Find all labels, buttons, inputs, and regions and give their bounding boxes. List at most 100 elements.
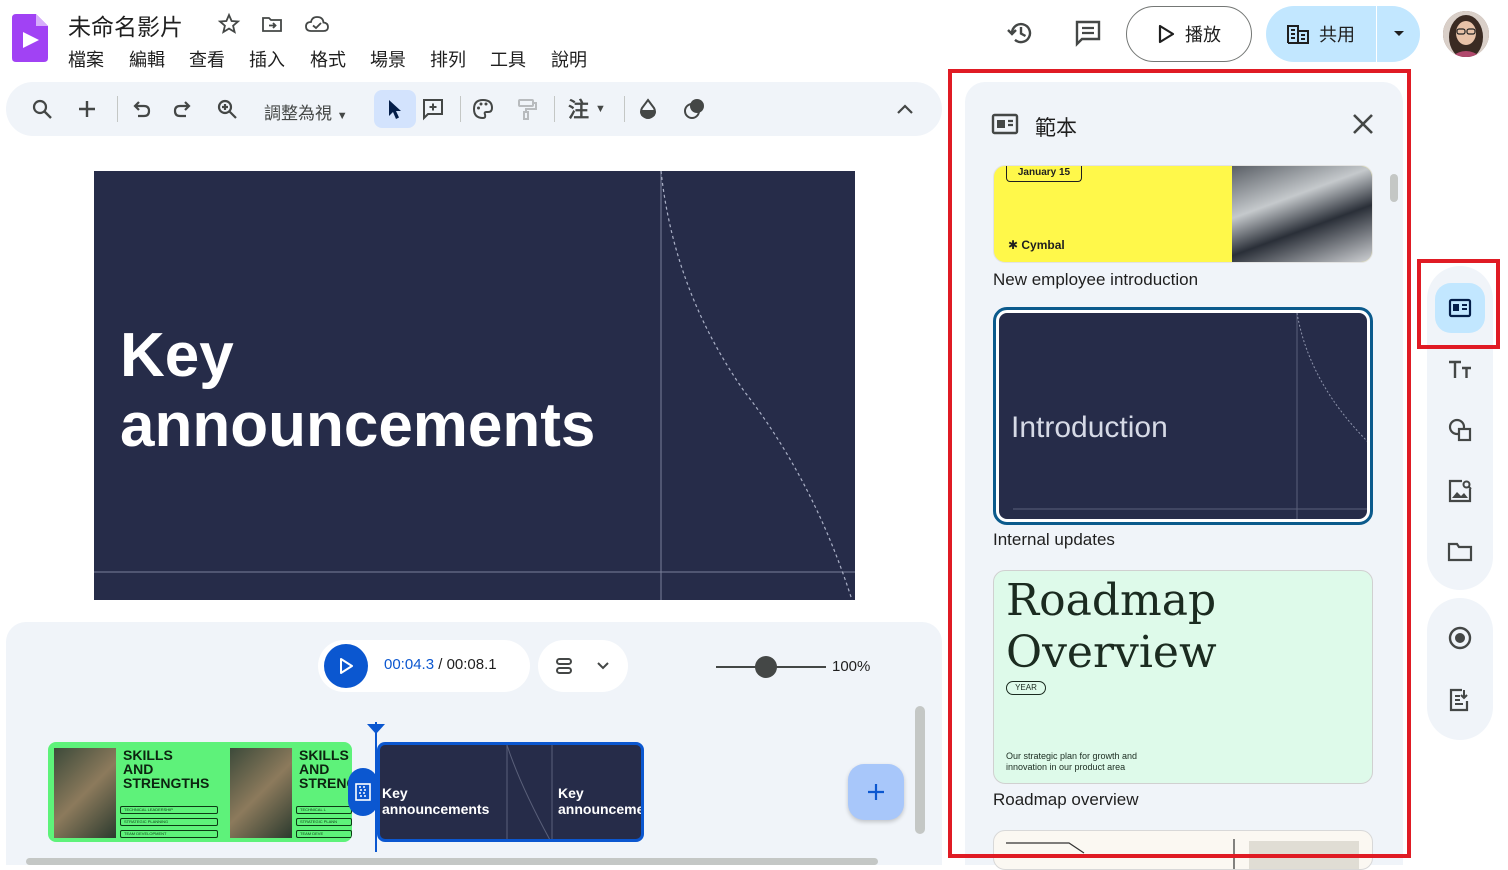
menu-edit[interactable]: 編輯 <box>129 46 165 72</box>
shapes-icon[interactable] <box>1446 416 1474 444</box>
menu-file[interactable]: 檔案 <box>68 46 104 72</box>
paint-format-icon[interactable] <box>513 95 541 123</box>
timeline-view-toggle[interactable] <box>538 640 628 692</box>
slide-title-line: announcements <box>120 391 596 460</box>
text-icon[interactable] <box>1446 355 1474 383</box>
toolbar-divider <box>624 96 625 122</box>
move-to-folder-icon[interactable] <box>260 12 284 36</box>
redo-icon[interactable] <box>169 95 197 123</box>
clip-title-line: SKILLS <box>299 747 349 763</box>
menu-help[interactable]: 說明 <box>551 46 587 72</box>
clip-title: Key announceme <box>558 785 644 817</box>
chevron-down-icon <box>1393 30 1405 38</box>
clip-bullet: TECHNICAL LEADERSHIP <box>120 806 218 814</box>
slide-title-line: Key <box>120 321 234 390</box>
add-icon[interactable] <box>73 95 101 123</box>
timeline-play-button[interactable] <box>324 644 368 688</box>
zoom-icon[interactable] <box>213 95 241 123</box>
undo-icon[interactable] <box>127 95 155 123</box>
share-label: 共用 <box>1319 25 1355 45</box>
play-icon <box>1157 24 1175 44</box>
clip-title-line: STRENGTHS <box>123 775 210 791</box>
menu-format[interactable]: 格式 <box>310 46 346 72</box>
avatar[interactable] <box>1443 11 1489 57</box>
image-icon[interactable] <box>1446 477 1474 505</box>
menu-arrange[interactable]: 排列 <box>430 46 466 72</box>
time-separator: / <box>434 656 447 673</box>
text-style-label: 注 <box>568 99 589 122</box>
toolbar-divider <box>554 96 555 122</box>
share-options-button[interactable] <box>1377 6 1420 62</box>
toolbar-divider <box>460 96 461 122</box>
player-controls: 00:04.3 / 00:08.1 <box>318 640 530 692</box>
palette-icon[interactable] <box>469 95 497 123</box>
highlight-box-rail <box>1417 259 1500 349</box>
shape-icon[interactable] <box>680 95 708 123</box>
chevron-down-icon <box>596 661 610 671</box>
domain-icon <box>1287 24 1309 44</box>
timeline-layout-icon <box>554 656 574 676</box>
clip-title: SKILLS AND STRENGTHS <box>123 748 209 790</box>
add-comment-icon[interactable] <box>419 95 447 123</box>
timeline-clip-key-announcements[interactable]: Key announcements Key announceme <box>377 742 644 842</box>
zoom-slider-handle[interactable] <box>754 656 777 678</box>
clip-title-line: Key <box>382 785 408 801</box>
menu-tools[interactable]: 工具 <box>490 46 526 72</box>
clip-title-line: SKILLS <box>123 747 173 763</box>
menu-view[interactable]: 查看 <box>189 46 225 72</box>
timeline-scrollbar-horizontal[interactable] <box>26 858 878 865</box>
fill-icon[interactable] <box>634 95 662 123</box>
version-history-icon[interactable] <box>1003 15 1039 51</box>
comments-icon[interactable] <box>1070 15 1106 51</box>
current-time: 00:04.3 <box>384 656 435 673</box>
clip-title-line: AND <box>299 761 330 777</box>
star-icon[interactable] <box>217 12 241 36</box>
clip-title-line: announcements <box>382 801 490 817</box>
folder-icon[interactable] <box>1446 538 1474 566</box>
timeline-panel: 00:04.3 / 00:08.1 100% SKILLS AND STRENGTH… <box>6 622 942 865</box>
share-button[interactable]: 共用 <box>1266 6 1376 62</box>
document-title[interactable]: 未命名影片 <box>68 8 183 42</box>
total-time: 00:08.1 <box>446 656 497 673</box>
side-rail-media <box>1427 598 1493 740</box>
add-scene-button[interactable] <box>848 764 904 820</box>
toolbar-divider <box>117 96 118 122</box>
fit-dropdown[interactable]: 調整為視 ▼ <box>264 99 348 124</box>
play-icon <box>339 658 353 674</box>
slide-title[interactable]: Key announcements <box>120 321 595 461</box>
clip-bullet: TEAM DEVE <box>296 830 352 838</box>
menu-insert[interactable]: 插入 <box>249 46 285 72</box>
menu-scene[interactable]: 場景 <box>370 46 406 72</box>
time-display: 00:04.3 / 00:08.1 <box>384 656 497 673</box>
clip-bullet: STRATEGIC PLANN <box>296 818 352 826</box>
vids-logo-icon[interactable] <box>12 14 48 62</box>
collapse-icon[interactable] <box>891 95 919 123</box>
clip-title-line: announceme <box>558 801 644 817</box>
play-label: 播放 <box>1185 25 1221 45</box>
play-button[interactable]: 播放 <box>1126 6 1252 62</box>
fit-label: 調整為視 <box>264 104 332 123</box>
clip-photo <box>230 748 292 838</box>
record-icon[interactable] <box>1446 624 1474 652</box>
timeline-scrollbar-vertical[interactable] <box>915 706 925 834</box>
slide-canvas[interactable]: Key announcements <box>94 171 855 600</box>
timeline-clip-skills[interactable]: SKILLS AND STRENGTHS TECHNICAL LEADERSHIP … <box>48 742 352 842</box>
clip-bullet: TECHNICAL L <box>296 806 352 814</box>
clip-title-line: STRENG <box>299 775 352 791</box>
clip-title: Key announcements <box>382 785 489 817</box>
chevron-down-icon: ▼ <box>336 110 348 122</box>
clip-bullet: TEAM DEVELOPMENT <box>120 830 218 838</box>
toolbar: 調整為視 ▼ 注 ▼ <box>6 82 942 136</box>
clip-title: SKILLS AND STRENG <box>299 748 352 790</box>
highlight-box-panel <box>948 69 1411 858</box>
script-icon[interactable] <box>1446 686 1474 714</box>
clip-photo <box>54 748 116 838</box>
clip-title-line: AND <box>123 761 154 777</box>
share-button-group[interactable]: 共用 <box>1266 6 1420 62</box>
text-style-icon[interactable]: 注 ▼ <box>568 95 618 123</box>
cloud-saved-icon[interactable] <box>304 12 329 36</box>
select-pointer-icon[interactable] <box>374 90 416 128</box>
transition-button[interactable] <box>348 768 378 816</box>
chevron-down-icon: ▼ <box>595 103 606 115</box>
search-icon[interactable] <box>28 95 56 123</box>
